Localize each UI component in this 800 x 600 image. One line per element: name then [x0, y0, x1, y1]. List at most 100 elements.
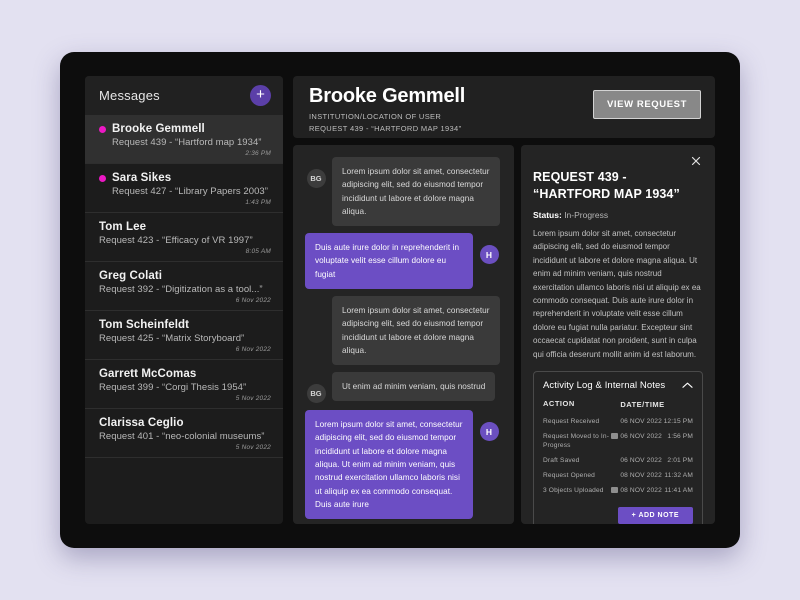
- conversation-name-row: Tom Scheinfeldt: [99, 319, 271, 331]
- avatar[interactable]: BG: [306, 384, 326, 404]
- chevron-up-icon[interactable]: [682, 381, 693, 391]
- message-row: BG Lorem ipsum dolor sit amet, consectetu…: [305, 157, 500, 227]
- conversation-name: Tom Scheinfeldt: [99, 319, 190, 331]
- activity-log-row: Request Received 06 NOV 2022 12:15 PM: [543, 415, 693, 430]
- activity-note-cell: [611, 415, 621, 430]
- activity-log-row: 3 Objects Uploaded 08 NOV 2022 11:41 AM: [543, 484, 693, 499]
- conversation-item[interactable]: Brooke Gemmell Request 439 - “Hartford ma…: [85, 115, 283, 164]
- chat-pane: BG Lorem ipsum dolor sit amet, consectetu…: [293, 145, 514, 524]
- conversation-item[interactable]: Tom Lee Request 423 - “Efficacy of VR 199…: [85, 213, 283, 262]
- message-row: Lorem ipsum dolor sit amet, consectetur …: [305, 295, 500, 366]
- app-root: Messages + Brooke Gemmell Request 439 - “…: [0, 0, 800, 600]
- close-icon[interactable]: [689, 155, 703, 167]
- activity-date: 06 NOV 2022: [620, 433, 662, 441]
- conversation-item[interactable]: Tom Scheinfeldt Request 425 - “Matrix Sto…: [85, 311, 283, 360]
- add-note-row: + ADD NOTE: [543, 506, 693, 524]
- conversation-subtitle: Request 425 - “Matrix Storyboard”: [99, 333, 245, 344]
- avatar-slot: H: [478, 233, 500, 265]
- avatar[interactable]: H: [479, 422, 499, 442]
- header-meta-request: REQUEST 439 - “HARTFORD MAP 1934”: [309, 123, 462, 133]
- request-detail-pane: REQUEST 439 - “HARTFORD MAP 1934” Status…: [521, 145, 715, 524]
- note-icon[interactable]: [610, 486, 618, 493]
- header-meta-institution: INSTITUTION/LOCATION OF USER: [309, 112, 442, 121]
- activity-time: 12:15 PM: [663, 418, 693, 426]
- conversation-subtitle: Request 401 - “neo-colonial museums”: [99, 431, 265, 442]
- main-column: Brooke Gemmell INSTITUTION/LOCATION OF U…: [293, 76, 715, 524]
- conversation-timestamp: 6 Nov 2022: [235, 346, 271, 353]
- view-request-button[interactable]: VIEW REQUEST: [592, 90, 701, 119]
- activity-log-head: ACTION DATE/TIME: [543, 399, 693, 415]
- conversation-item[interactable]: Greg Colati Request 392 - “Digitization a…: [85, 262, 283, 311]
- activity-log-row: Request Moved to In-Progress 06 NOV 2022 1…: [543, 430, 693, 454]
- activity-log-body: Request Received 06 NOV 2022 12:15 PM Reque…: [543, 415, 693, 498]
- conversation-name-row: Garrett McComas: [99, 368, 271, 380]
- activity-date: 08 NOV 2022: [620, 471, 662, 479]
- conversation-subtitle: Request 427 - “Library Papers 2003”: [112, 186, 268, 197]
- conversation-header: Brooke Gemmell INSTITUTION/LOCATION OF U…: [293, 76, 715, 138]
- conversation-header-text: Brooke Gemmell INSTITUTION/LOCATION OF U…: [309, 86, 465, 134]
- conversation-subtitle: Request 423 - “Efficacy of VR 1997”: [99, 235, 253, 246]
- add-note-button[interactable]: + ADD NOTE: [617, 506, 693, 524]
- avatar-slot: BG: [305, 372, 327, 404]
- status-value: In-Progress: [564, 209, 609, 220]
- activity-log-header-row: ACTION DATE/TIME: [543, 399, 693, 415]
- activity-date: 06 NOV 2022: [620, 418, 662, 426]
- avatar[interactable]: H: [479, 245, 499, 265]
- sidebar-header: Messages +: [85, 76, 283, 115]
- activity-log-row: Request Opened 08 NOV 2022 11:32 AM: [543, 469, 693, 484]
- message-bubble: Lorem ipsum dolor sit amet, consectetur …: [305, 410, 473, 520]
- conversation-name: Sara Sikes: [112, 172, 172, 184]
- activity-date: 08 NOV 2022: [620, 486, 662, 494]
- activity-log-table: ACTION DATE/TIME Request Received 06 NOV …: [543, 399, 693, 498]
- conversation-name-row: Sara Sikes: [99, 172, 271, 184]
- avatar[interactable]: BG: [306, 169, 326, 188]
- note-icon[interactable]: [610, 433, 618, 440]
- conversation-timestamp: 5 Nov 2022: [235, 444, 271, 451]
- conversation-subtitle: Request 392 - “Digitization as a tool...…: [99, 284, 263, 295]
- conversation-name-row: Brooke Gemmell: [99, 123, 271, 135]
- conversation-name: Greg Colati: [99, 270, 163, 282]
- activity-action: Request Moved to In-Progress: [543, 433, 610, 450]
- sidebar-title: Messages: [99, 88, 160, 103]
- conversation-item[interactable]: Clarissa Ceglio Request 401 - “neo-coloni…: [85, 409, 283, 458]
- activity-log-header[interactable]: Activity Log & Internal Notes: [543, 380, 693, 391]
- unread-dot-icon: [99, 125, 106, 133]
- activity-note-cell: [610, 430, 621, 454]
- request-description: Lorem ipsum dolor sit amet, consectetur …: [533, 228, 701, 359]
- message-bubble: Lorem ipsum dolor sit amet, consectetur …: [332, 157, 500, 227]
- conversation-item[interactable]: Sara Sikes Request 427 - “Library Papers …: [85, 164, 283, 213]
- conversation-timestamp: 6 Nov 2022: [235, 297, 271, 304]
- activity-time: 11:41 AM: [664, 486, 693, 494]
- activity-log-row: Draft Saved 06 NOV 2022 2:01 PM: [543, 454, 693, 469]
- page-title: Brooke Gemmell: [309, 85, 466, 107]
- header-meta: INSTITUTION/LOCATION OF USER REQUEST 439…: [309, 111, 465, 134]
- avatar-slot: BG: [305, 157, 327, 188]
- activity-note-cell: [611, 469, 621, 484]
- message-row: BG Ut enim ad minim veniam, quis nostrud: [305, 372, 500, 404]
- conversation-name: Tom Lee: [99, 221, 147, 233]
- conversation-timestamp: 8:05 AM: [245, 248, 271, 255]
- conversation-name: Brooke Gemmell: [112, 123, 205, 135]
- conversation-timestamp: 2:36 PM: [245, 150, 271, 157]
- conversation-name: Garrett McComas: [99, 368, 197, 380]
- message-bubble: Ut enim ad minim veniam, quis nostrud: [332, 372, 496, 402]
- unread-dot-icon: [99, 174, 106, 182]
- conversation-name-row: Clarissa Ceglio: [99, 417, 271, 429]
- avatar-slot: H: [478, 410, 500, 442]
- conversation-name-row: Tom Lee: [99, 221, 271, 233]
- conversation-subtitle: Request 439 - “Hartford map 1934”: [112, 137, 262, 148]
- activity-log-title: Activity Log & Internal Notes: [543, 380, 666, 392]
- add-message-button[interactable]: +: [250, 85, 271, 106]
- message-row: Lorem ipsum dolor sit amet, consectetur …: [305, 410, 500, 520]
- activity-action: 3 Objects Uploaded: [543, 486, 604, 494]
- activity-note-cell: [611, 454, 621, 469]
- conversation-list: Brooke Gemmell Request 439 - “Hartford ma…: [85, 115, 283, 524]
- activity-action: Draft Saved: [543, 456, 580, 464]
- activity-date: 06 NOV 2022: [620, 456, 662, 464]
- device-frame: Messages + Brooke Gemmell Request 439 - “…: [60, 52, 740, 548]
- message-bubble: Lorem ipsum dolor sit amet, consectetur …: [332, 295, 500, 366]
- status-badge: Status: In-Progress: [533, 210, 703, 220]
- activity-note-cell: [610, 484, 621, 499]
- request-title-line1: REQUEST 439 -: [533, 170, 627, 184]
- conversation-item[interactable]: Garrett McComas Request 399 - “Corgi Thes…: [85, 360, 283, 409]
